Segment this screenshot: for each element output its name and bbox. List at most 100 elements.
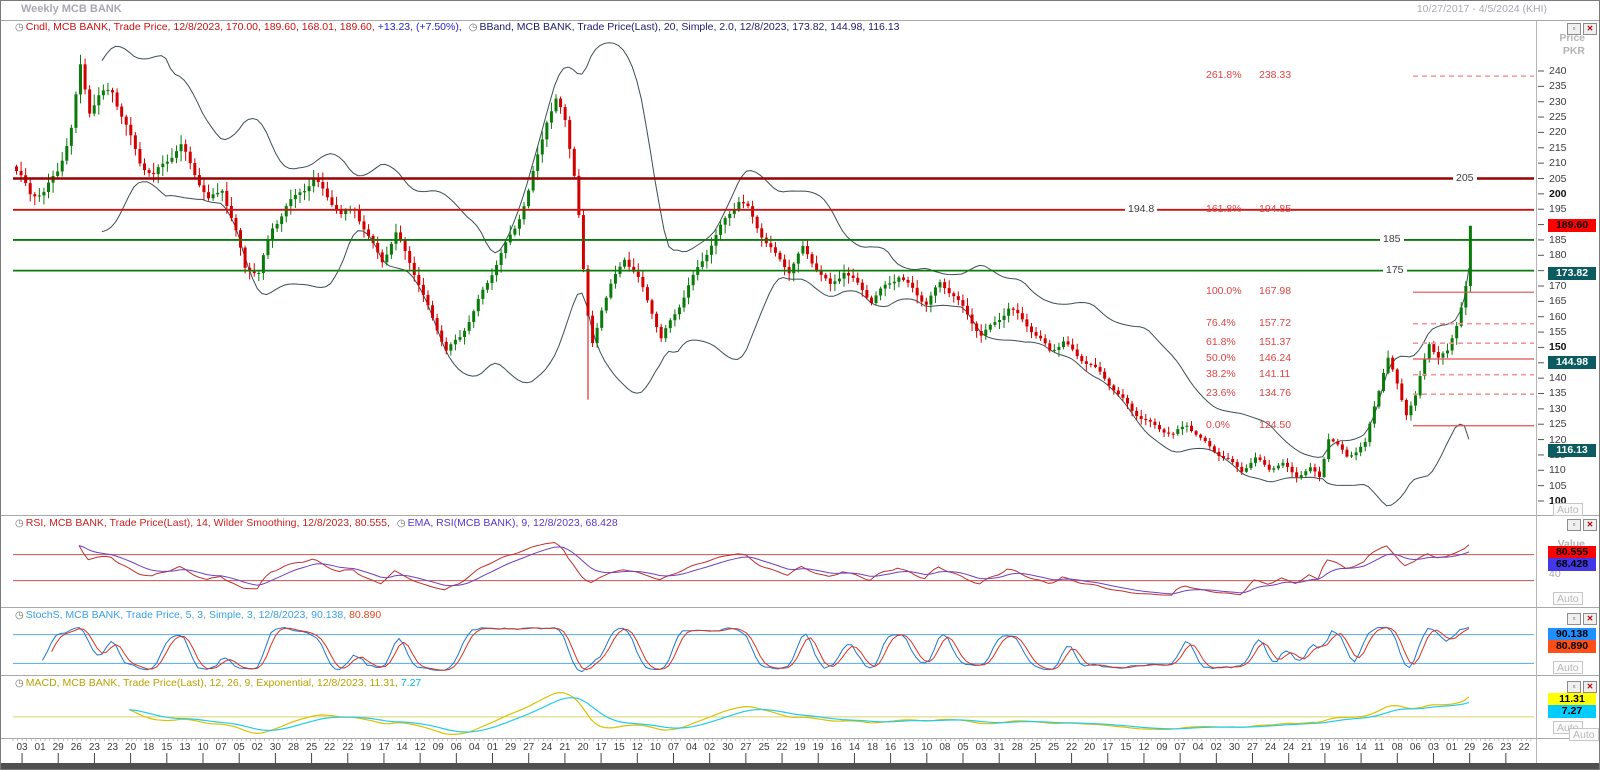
value-badge: 7.27 xyxy=(1548,705,1596,718)
x-axis-label: 10 xyxy=(197,742,209,753)
x-axis-label: 07 xyxy=(667,742,680,753)
restore-window-icon[interactable]: ▫ xyxy=(1567,681,1581,693)
x-axis-label: 20 xyxy=(125,742,137,753)
fib-level-label: 61.8% xyxy=(1206,336,1236,349)
x-axis-label: 11 xyxy=(1373,742,1385,753)
x-axis-label: 20 xyxy=(1084,742,1096,753)
legend-text: BBand, MCB BANK, Trade Price(Last), 20, … xyxy=(479,21,900,33)
x-axis-label: 19 xyxy=(812,742,824,753)
close-icon[interactable]: ✕ xyxy=(1583,681,1597,693)
legend-rsi[interactable]: ◷ RSI, MCB BANK, Trade Price(Last), 14, W… xyxy=(11,517,618,529)
restore-window-icon[interactable]: ▫ xyxy=(1567,613,1581,625)
x-axis-label: 30 xyxy=(1228,742,1240,753)
level-line-label: 185 xyxy=(1380,232,1404,245)
x-axis-label: 12 xyxy=(631,742,643,753)
fib-level-label: 161.8% xyxy=(1206,202,1242,215)
timestamp-icon: ◷ xyxy=(15,22,24,33)
x-axis-label: 19 xyxy=(1319,742,1331,753)
x-axis-label: 26 xyxy=(1482,742,1494,753)
y-axis-tick: 105 xyxy=(1549,479,1567,492)
x-axis-label: 22 xyxy=(1066,742,1078,753)
y-axis-tick: 225 xyxy=(1549,111,1567,124)
x-axis-label: 27 xyxy=(740,742,752,753)
x-axis-label: 01 xyxy=(486,742,499,753)
x-axis-label: 05 xyxy=(233,742,245,753)
y-axis-tick: 135 xyxy=(1549,387,1567,400)
restore-window-icon[interactable]: ▫ xyxy=(1567,519,1581,531)
x-axis-label: 15 xyxy=(613,742,625,753)
y-axis-tick: 125 xyxy=(1549,418,1567,431)
x-axis-label: 27 xyxy=(523,742,535,753)
x-axis-label: 02 xyxy=(1210,742,1222,753)
timestamp-icon: ◷ xyxy=(396,518,406,529)
fib-level-label: 261.8% xyxy=(1206,69,1242,82)
x-axis-label: 21 xyxy=(1301,742,1313,753)
level-line-label: 194.8 xyxy=(1125,202,1158,215)
x-axis-label: 29 xyxy=(52,742,64,753)
legend-macd[interactable]: ◷ MACD, MCB BANK, Trade Price(Last), 12, … xyxy=(11,677,421,689)
x-axis-label: 24 xyxy=(1265,742,1277,753)
x-axis-label: 31 xyxy=(993,742,1005,753)
x-axis-label: 15 xyxy=(161,742,173,753)
x-axis-label: 20 xyxy=(577,742,589,753)
y-axis-tick: 140 xyxy=(1549,372,1567,385)
timestamp-icon: ◷ xyxy=(15,610,24,621)
x-axis-label: 13 xyxy=(179,742,191,753)
x-axis-label: 09 xyxy=(432,742,444,753)
x-axis-label: 29 xyxy=(1464,742,1476,753)
fib-level-label: 50.0% xyxy=(1206,351,1236,364)
price-badge: 173.82 xyxy=(1548,267,1596,280)
close-icon[interactable]: ✕ xyxy=(1583,519,1597,531)
x-axis-label: 22 xyxy=(776,742,788,753)
y-axis-tick: 165 xyxy=(1549,295,1567,308)
close-icon[interactable]: ✕ xyxy=(1583,613,1597,625)
y-axis-tick: 220 xyxy=(1549,126,1567,139)
x-axis-label: 18 xyxy=(143,742,155,753)
fib-level-label: 23.6% xyxy=(1206,387,1236,400)
legend-text: +13.23, (+7.50%), xyxy=(377,21,465,33)
y-axis-tick: 180 xyxy=(1549,249,1567,262)
axis-gutter-separator xyxy=(1536,20,1537,763)
x-axis-label: 17 xyxy=(1102,742,1114,753)
x-axis-label: 17 xyxy=(378,742,390,753)
x-axis-label: 28 xyxy=(287,742,300,753)
x-axis-label: 14 xyxy=(396,742,408,753)
x-axis-label: 14 xyxy=(848,742,860,753)
fib-level-value: 167.98 xyxy=(1259,285,1292,298)
y-axis-tick: 230 xyxy=(1549,95,1567,108)
price-badge: 189.60 xyxy=(1548,219,1596,232)
chart-window: Weekly MCB BANK 10/27/2017 - 4/5/2024 (K… xyxy=(0,0,1600,770)
x-axis-label: 24 xyxy=(541,742,553,753)
x-axis-label: 27 xyxy=(1246,742,1259,753)
level-line-label: 205 xyxy=(1453,171,1477,184)
y-axis-tick: 215 xyxy=(1549,141,1567,154)
x-axis-label: 30 xyxy=(269,742,281,753)
value-badge: 80.890 xyxy=(1548,640,1596,653)
restore-window-icon[interactable]: ▫ xyxy=(1567,23,1581,35)
price-badge: 144.98 xyxy=(1548,356,1596,369)
auto-scale-button[interactable]: Auto xyxy=(1553,661,1583,674)
legend-text: StochS, MCB BANK, Trade Price, 5, 3, Sim… xyxy=(25,609,350,621)
legend-main[interactable]: ◷ Cndl, MCB BANK, Trade Price, 12/8/2023,… xyxy=(11,21,900,33)
y-axis-tick: 195 xyxy=(1549,203,1567,216)
x-axis-label: 25 xyxy=(758,742,770,753)
legend-stoch[interactable]: ◷ StochS, MCB BANK, Trade Price, 5, 3, Si… xyxy=(11,609,381,621)
x-axis-label: 09 xyxy=(1156,742,1168,753)
x-axis-label: 24 xyxy=(1283,742,1295,753)
x-axis-label: 10 xyxy=(649,742,661,753)
y-axis-tick: 235 xyxy=(1549,80,1567,93)
auto-scale-button[interactable]: Auto xyxy=(1569,728,1599,741)
chart-canvas[interactable] xyxy=(1,1,1600,770)
x-axis-label: 16 xyxy=(1337,742,1349,753)
auto-scale-button[interactable]: Auto xyxy=(1553,592,1583,605)
horizontal-scrollbar[interactable] xyxy=(1,763,1599,769)
auto-scale-button[interactable]: Auto xyxy=(1553,503,1583,516)
x-axis-label: 14 xyxy=(1355,742,1367,753)
y-axis-tick: 130 xyxy=(1549,402,1567,415)
x-axis-label: 06 xyxy=(1409,742,1421,753)
x-axis-label: 03 xyxy=(1427,742,1440,753)
x-axis-label: 21 xyxy=(559,742,571,753)
x-axis-label: 07 xyxy=(215,742,227,753)
close-icon[interactable]: ✕ xyxy=(1583,23,1597,35)
y-axis-tick: 205 xyxy=(1549,172,1567,185)
